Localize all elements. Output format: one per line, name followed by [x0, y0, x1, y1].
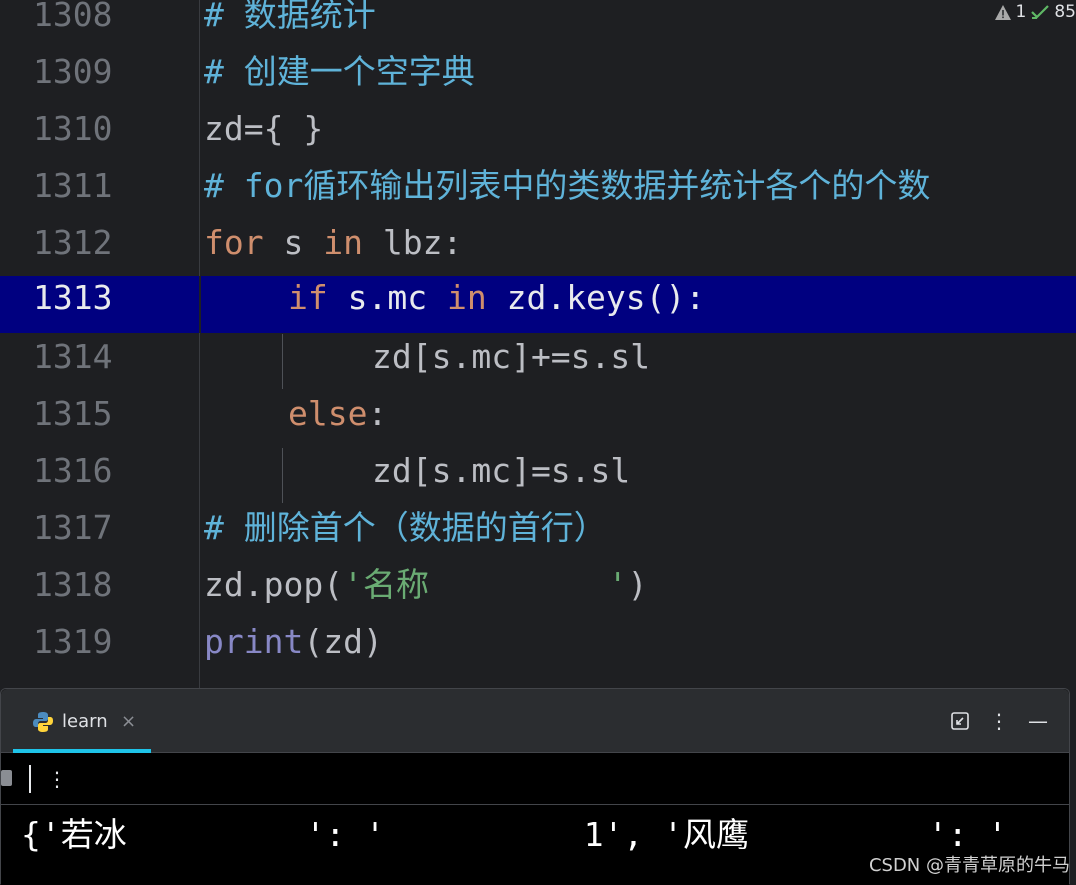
code-line-1312[interactable]: 1312 for s in lbz:: [0, 221, 1076, 278]
code-text[interactable]: zd[s.mc]+=s.sl: [372, 335, 650, 392]
line-number: 1311: [33, 166, 113, 205]
stop-icon[interactable]: [1, 770, 12, 786]
tab-label: learn: [62, 711, 108, 732]
watermark: CSDN @青青草原的牛马: [868, 855, 1070, 876]
line-number: 1319: [33, 622, 113, 661]
more-options-icon[interactable]: ⋮: [989, 709, 1009, 733]
close-icon[interactable]: ×: [121, 710, 136, 734]
ok-count: 85: [1054, 2, 1076, 22]
inspection-widget[interactable]: 1 85: [994, 0, 1076, 24]
line-number: 1315: [33, 394, 113, 433]
code-line-1314[interactable]: 1314 zd[s.mc]+=s.sl: [0, 335, 1076, 392]
code-text[interactable]: # 删除首个（数据的首行）: [204, 506, 607, 563]
code-text[interactable]: zd.pop('名称 '): [204, 563, 648, 620]
line-number: 1317: [33, 508, 113, 547]
code-text[interactable]: zd[s.mc]=s.sl: [372, 449, 630, 506]
code-line-1315[interactable]: 1315 else:: [0, 392, 1076, 449]
line-number: 1308: [33, 0, 113, 34]
toolbar-separator: [29, 765, 31, 793]
checkmark-icon: [1031, 5, 1050, 19]
toolbar-more-icon[interactable]: ⋮: [47, 765, 67, 793]
code-text[interactable]: # 创建一个空字典: [204, 50, 475, 107]
code-text[interactable]: else:: [288, 392, 387, 449]
code-line-1311[interactable]: 1311 # for循环输出列表中的类数据并统计各个的个数: [0, 164, 1076, 221]
code-text[interactable]: # for循环输出列表中的类数据并统计各个的个数: [204, 164, 930, 221]
code-text[interactable]: if s.mc in zd.keys():: [288, 276, 705, 333]
code-line-1309[interactable]: 1309 # 创建一个空字典: [0, 50, 1076, 107]
line-number: 1316: [33, 451, 113, 490]
code-line-1310[interactable]: 1310 zd={ }: [0, 107, 1076, 164]
line-number: 1310: [33, 109, 113, 148]
code-line-1319[interactable]: 1319 print(zd): [0, 620, 1076, 677]
code-text[interactable]: # 数据统计: [204, 0, 376, 50]
code-line-1317[interactable]: 1317 # 删除首个（数据的首行）: [0, 506, 1076, 563]
restore-icon[interactable]: [949, 709, 971, 733]
code-text[interactable]: print(zd): [204, 620, 383, 677]
code-line-1313-current[interactable]: 1313 if s.mc in zd.keys():: [0, 276, 1076, 333]
code-line-1316[interactable]: 1316 zd[s.mc]=s.sl: [0, 449, 1076, 506]
code-line-1318[interactable]: 1318 zd.pop('名称 '): [0, 563, 1076, 620]
indent-guide: [282, 448, 283, 503]
indent-guide: [282, 334, 283, 389]
line-number: 1314: [33, 337, 113, 376]
code-text[interactable]: zd={ }: [204, 107, 323, 164]
line-number: 1312: [33, 223, 113, 262]
python-icon: [33, 712, 53, 732]
code-text[interactable]: for s in lbz:: [204, 221, 462, 278]
warning-count: 1: [1015, 2, 1027, 22]
minimize-icon[interactable]: —: [1025, 709, 1051, 733]
line-number: 1313: [33, 278, 113, 317]
current-line-gutter-gap: [199, 276, 201, 333]
console-line: {'若冰 ': ' 1', '风鹰 ': ': [21, 815, 1008, 854]
code-editor[interactable]: 1308 # 数据统计 1309 # 创建一个空字典 1310 zd={ } 1…: [0, 0, 1076, 690]
line-number: 1318: [33, 565, 113, 604]
code-line-1308[interactable]: 1308 # 数据统计: [0, 0, 1076, 50]
run-toolbar: ⋮: [1, 753, 1069, 805]
line-number: 1309: [33, 52, 113, 91]
warning-icon: [994, 4, 1011, 20]
tab-learn[interactable]: learn ×: [13, 689, 151, 753]
run-tool-header: learn × ⋮ —: [1, 689, 1069, 753]
